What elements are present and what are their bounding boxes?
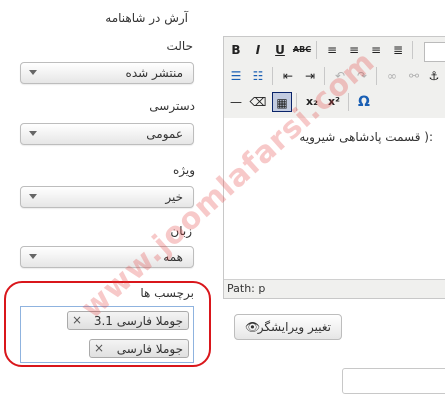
toolbar-separator <box>316 41 317 59</box>
horizontal-rule-icon[interactable]: — <box>226 92 246 112</box>
editor-toolbar: B I U ABC ≡ ≡ ≡ ≣ ☰ ☷ ⇤ ⇥ ↶ ↷ ∞ ⚯ ⚓ — ⌫ … <box>224 37 445 118</box>
status-label: حالت <box>166 39 193 53</box>
editor-text: قسمت پادشاهی شیرویه ): <box>299 130 433 144</box>
editor-path-bar: Path: p <box>224 279 445 298</box>
access-select[interactable]: عمومی <box>20 123 194 145</box>
toolbar-row-3: — ⌫ ▦ x₂ x² Ω <box>224 92 445 116</box>
outdent-icon[interactable]: ⇤ <box>278 66 298 86</box>
bold-button[interactable]: B <box>226 40 246 60</box>
subscript-button[interactable]: x₂ <box>302 92 322 112</box>
anchor-icon[interactable]: ⚓ <box>424 66 444 86</box>
italic-button[interactable]: I <box>248 40 268 60</box>
undo-icon[interactable]: ↶ <box>330 66 350 86</box>
special-char-button[interactable]: Ω <box>354 92 374 112</box>
link-icon[interactable]: ∞ <box>382 66 402 86</box>
eraser-icon[interactable]: ⌫ <box>248 92 268 112</box>
bottom-input[interactable] <box>342 368 445 394</box>
editor-content[interactable]: قسمت پادشاهی شیرویه ): <box>224 118 445 279</box>
underline-button[interactable]: U <box>270 40 290 60</box>
visual-aid-icon[interactable]: ▦ <box>272 92 292 112</box>
toolbar-separator <box>296 93 297 111</box>
status-value: منتشر شده <box>125 66 183 80</box>
strikethrough-button[interactable]: ABC <box>292 40 312 60</box>
unlink-icon[interactable]: ⚯ <box>404 66 424 86</box>
status-select[interactable]: منتشر شده <box>20 62 194 84</box>
chevron-down-icon <box>29 194 37 199</box>
breadcrumb-title: آرش در شاهنامه <box>105 11 188 25</box>
font-select[interactable] <box>424 42 445 62</box>
featured-label: ویژه <box>172 163 195 177</box>
chevron-down-icon <box>29 70 37 75</box>
align-left-icon[interactable]: ≡ <box>322 40 342 60</box>
align-center-icon[interactable]: ≡ <box>344 40 364 60</box>
superscript-button[interactable]: x² <box>324 92 344 112</box>
toolbar-row-2: ☰ ☷ ⇤ ⇥ ↶ ↷ ∞ ⚯ ⚓ <box>224 66 445 90</box>
indent-icon[interactable]: ⇥ <box>300 66 320 86</box>
featured-select[interactable]: خیر <box>20 186 194 208</box>
access-value: عمومی <box>146 127 183 141</box>
eye-icon: 👁 <box>245 320 261 334</box>
access-label: دسترسی <box>149 99 195 113</box>
toggle-editor-label: تغییر ویرایشگر <box>257 320 331 334</box>
language-label: زبان <box>170 224 192 238</box>
toggle-editor-button[interactable]: تغییر ویرایشگر 👁 <box>234 314 342 340</box>
align-justify-icon[interactable]: ≣ <box>388 40 408 60</box>
chevron-down-icon <box>29 254 37 259</box>
redo-icon[interactable]: ↷ <box>352 66 372 86</box>
highlight-annotation <box>4 281 211 367</box>
bullet-list-icon[interactable]: ☰ <box>226 66 246 86</box>
language-select[interactable]: همه <box>20 246 194 268</box>
toolbar-separator <box>272 67 273 85</box>
featured-value: خیر <box>165 190 183 204</box>
toolbar-separator <box>412 41 413 59</box>
numbered-list-icon[interactable]: ☷ <box>248 66 268 86</box>
toolbar-separator <box>376 67 377 85</box>
path-label: Path: p <box>227 282 266 295</box>
toolbar-separator <box>348 93 349 111</box>
toolbar-separator <box>324 67 325 85</box>
chevron-down-icon <box>29 131 37 136</box>
align-right-icon[interactable]: ≡ <box>366 40 386 60</box>
toolbar-row-1: B I U ABC ≡ ≡ ≡ ≣ <box>224 40 445 64</box>
language-value: همه <box>163 250 183 264</box>
